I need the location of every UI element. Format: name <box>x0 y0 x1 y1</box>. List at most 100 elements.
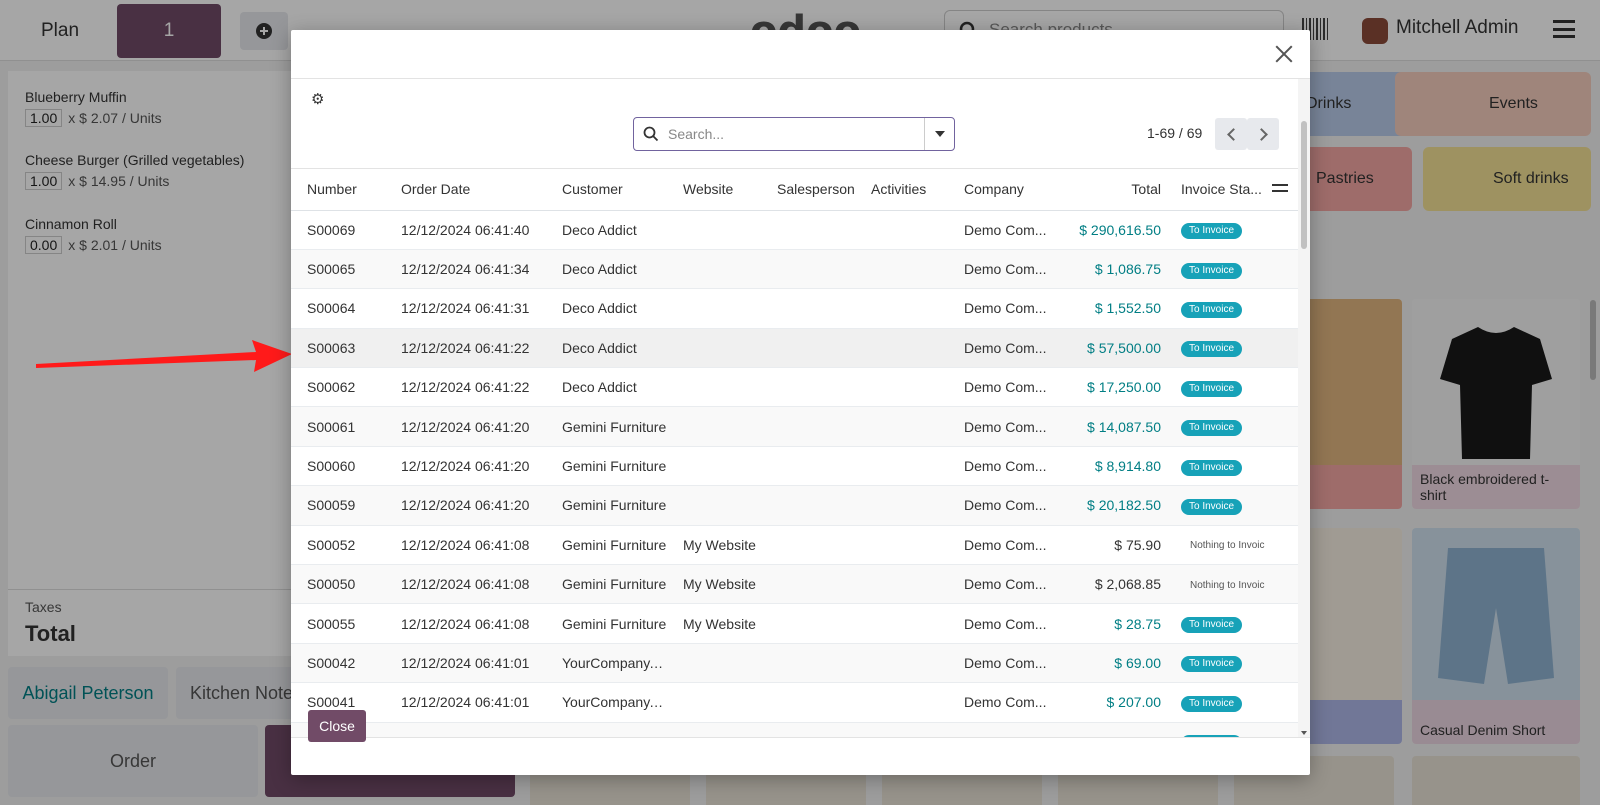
cell-invoice-status: To Invoice <box>1171 722 1268 737</box>
cell-spacer <box>1268 328 1298 369</box>
cell-date: 12/12/2024 06:41:08 <box>385 564 546 605</box>
pager-next-button[interactable] <box>1247 118 1279 150</box>
cell-salesperson <box>761 367 855 408</box>
search-box[interactable] <box>633 117 955 151</box>
column-header-invoice-status[interactable]: Invoice Sta... <box>1171 169 1268 211</box>
cell-invoice-status: To Invoice <box>1171 446 1268 487</box>
cell-company: Demo Com... <box>948 406 1053 447</box>
cell-number: S00064 <box>291 288 385 329</box>
cell-activities <box>855 722 948 737</box>
cell-website <box>667 328 761 369</box>
column-header-order-date[interactable]: Order Date <box>385 169 546 211</box>
cell-date: 12/12/2024 06:41:01 <box>385 643 546 684</box>
cell-date: 12/12/2024 06:41:31 <box>385 288 546 329</box>
cell-number: S00065 <box>291 249 385 290</box>
optional-columns-toggle[interactable] <box>1268 169 1298 211</box>
status-badge: To Invoice <box>1181 498 1243 515</box>
search-input[interactable] <box>668 118 924 150</box>
table-row[interactable]: S00052 12/12/2024 06:41:08 Gemini Furnitur… <box>291 525 1298 566</box>
cell-date: 12/12/2024 06:41:34 <box>385 249 546 290</box>
table-row[interactable]: S00050 12/12/2024 06:41:08 Gemini Furnitur… <box>291 564 1298 605</box>
cell-activities <box>855 406 948 447</box>
table-row[interactable]: S00061 12/12/2024 06:41:20 Gemini Furnitur… <box>291 406 1298 447</box>
cell-website <box>667 210 761 250</box>
column-header-company[interactable]: Company <box>948 169 1053 211</box>
cell-salesperson <box>761 249 855 290</box>
dialog-footer <box>291 737 1310 775</box>
status-badge: To Invoice <box>1181 656 1243 673</box>
cell-company: Demo Com... <box>948 722 1053 737</box>
status-badge: To Invoice <box>1181 380 1243 397</box>
table-row[interactable]: S00060 12/12/2024 06:41:20 Gemini Furnitur… <box>291 446 1298 487</box>
status-badge: To Invoice <box>1181 341 1243 358</box>
close-icon[interactable] <box>1272 42 1296 66</box>
cell-spacer <box>1268 603 1298 644</box>
cell-company: Demo Com... <box>948 328 1053 369</box>
dialog-scrollbar[interactable] <box>1298 79 1310 737</box>
cell-activities <box>855 682 948 723</box>
cell-total: $ 1,552.50 <box>1053 288 1171 329</box>
cell-customer: YourCompany, ... <box>546 722 667 737</box>
column-header-customer[interactable]: Customer <box>546 169 667 211</box>
search-icon <box>634 118 668 150</box>
close-button[interactable]: Close <box>308 710 366 742</box>
cell-invoice-status: To Invoice <box>1171 406 1268 447</box>
table-row[interactable]: S00064 12/12/2024 06:41:31 Deco Addict Demo… <box>291 288 1298 329</box>
cell-number: S00059 <box>291 485 385 526</box>
column-header-salesperson[interactable]: Salesperson <box>761 169 855 211</box>
search-options-toggle[interactable] <box>924 118 954 150</box>
cell-date: 12/12/2024 06:41:40 <box>385 210 546 250</box>
cell-date: 12/12/2024 06:41:08 <box>385 603 546 644</box>
table-row[interactable]: S00062 12/12/2024 06:41:22 Deco Addict Demo… <box>291 367 1298 408</box>
status-badge: Nothing to Invoic <box>1190 579 1265 591</box>
cell-total: $ 8,914.80 <box>1053 446 1171 487</box>
cell-website <box>667 682 761 723</box>
cell-website: My Website <box>667 564 761 605</box>
cell-invoice-status: To Invoice <box>1171 328 1268 369</box>
cell-salesperson <box>761 564 855 605</box>
cell-salesperson <box>761 446 855 487</box>
status-badge: To Invoice <box>1181 301 1243 318</box>
cell-spacer <box>1268 406 1298 447</box>
caret-down-icon <box>934 131 945 137</box>
column-header-activities[interactable]: Activities <box>855 169 948 211</box>
table-row[interactable]: S0004012/12/2024 06:41:01YourCompany, ..… <box>291 722 1298 737</box>
cell-date: 12/12/2024 06:41:01 <box>385 722 546 737</box>
cell-customer: Gemini Furniture <box>546 406 667 447</box>
cell-company: Demo Com... <box>948 367 1053 408</box>
cell-activities <box>855 485 948 526</box>
column-header-website[interactable]: Website <box>667 169 761 211</box>
pager-previous-button[interactable] <box>1215 118 1247 150</box>
cell-salesperson <box>761 328 855 369</box>
cell-website: My Website <box>667 603 761 644</box>
column-header-total[interactable]: Total <box>1053 169 1171 211</box>
gear-icon[interactable]: ⚙ <box>311 90 324 108</box>
table-row[interactable]: S00063 12/12/2024 06:41:22 Deco Addict Demo… <box>291 328 1298 369</box>
table-row[interactable]: S00041 12/12/2024 06:41:01 YourCompany, ..… <box>291 682 1298 723</box>
column-header-number[interactable]: Number <box>291 169 385 211</box>
cell-salesperson <box>761 406 855 447</box>
cell-company: Demo Com... <box>948 603 1053 644</box>
cell-company: Demo Com... <box>948 643 1053 684</box>
table-header-row: Number Order Date Customer Website Sales… <box>291 169 1298 211</box>
cell-company: Demo Com... <box>948 210 1053 250</box>
scrollbar-thumb[interactable] <box>1301 121 1307 249</box>
cell-activities <box>855 288 948 329</box>
sliders-icon <box>1272 182 1288 194</box>
cell-invoice-status: Nothing to Invoic <box>1171 564 1268 605</box>
cell-date: 12/12/2024 06:41:22 <box>385 367 546 408</box>
cell-customer: Deco Addict <box>546 210 667 250</box>
cell-total: $ 207.00 <box>1053 682 1171 723</box>
cell-activities <box>855 210 948 250</box>
cell-website <box>667 249 761 290</box>
table-row[interactable]: S00042 12/12/2024 06:41:01 YourCompany, ..… <box>291 643 1298 684</box>
table-row[interactable]: S00065 12/12/2024 06:41:34 Deco Addict Demo… <box>291 249 1298 290</box>
orders-dialog: ⚙ 1-69 / 69 Number Order Date Customer <box>291 30 1310 775</box>
pager-value[interactable]: 1-69 / 69 <box>1147 125 1202 141</box>
table-row[interactable]: S00055 12/12/2024 06:41:08 Gemini Furnitur… <box>291 603 1298 644</box>
table-row[interactable]: S00059 12/12/2024 06:41:20 Gemini Furnitur… <box>291 485 1298 526</box>
cell-website <box>667 722 761 737</box>
cell-invoice-status: To Invoice <box>1171 682 1268 723</box>
scroll-down-icon[interactable] <box>1301 731 1307 735</box>
table-row[interactable]: S00069 12/12/2024 06:41:40 Deco Addict Demo… <box>291 210 1298 250</box>
